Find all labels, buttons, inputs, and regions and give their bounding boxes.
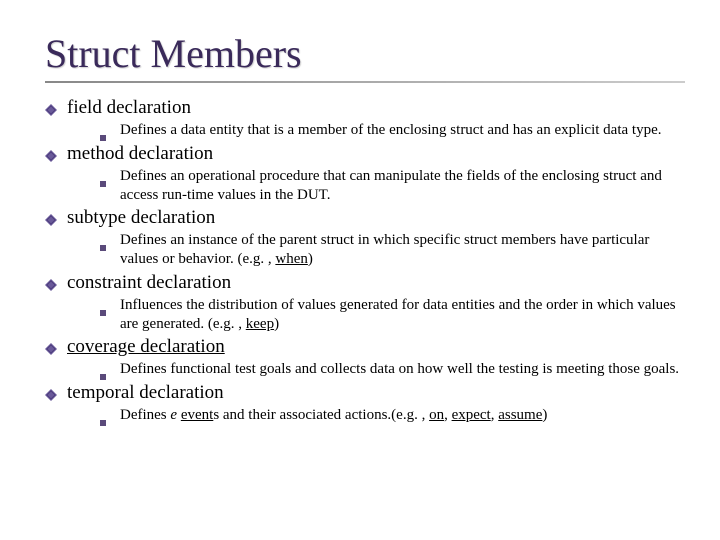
level1-heading: method declaration — [67, 143, 213, 165]
content-area: field declaration Defines a data entity t… — [45, 97, 690, 425]
level1-heading: field declaration — [67, 97, 191, 119]
level1-item: constraint declaration — [45, 272, 690, 294]
level2-item: Defines an operational procedure that ca… — [100, 167, 690, 205]
level2-item: Defines an instance of the parent struct… — [100, 231, 690, 269]
square-icon — [100, 135, 106, 141]
square-icon — [100, 181, 106, 187]
level2-desc: Defines e events and their associated ac… — [120, 406, 547, 425]
level1-item: coverage declaration — [45, 336, 690, 358]
diamond-icon — [45, 214, 57, 226]
level1-heading: constraint declaration — [67, 272, 231, 294]
diamond-icon — [45, 389, 57, 401]
diamond-icon — [45, 150, 57, 162]
level1-heading: subtype declaration — [67, 207, 215, 229]
level2-desc: Influences the distribution of values ge… — [120, 296, 680, 334]
slide-title: Struct Members — [45, 30, 690, 77]
level2-desc: Defines an operational procedure that ca… — [120, 167, 680, 205]
level1-item: field declaration — [45, 97, 690, 119]
level2-desc: Defines an instance of the parent struct… — [120, 231, 680, 269]
level2-item: Defines e events and their associated ac… — [100, 406, 690, 425]
level1-heading: coverage declaration — [67, 336, 225, 358]
square-icon — [100, 245, 106, 251]
level1-item: subtype declaration — [45, 207, 690, 229]
square-icon — [100, 310, 106, 316]
level2-item: Defines functional test goals and collec… — [100, 360, 690, 379]
level2-desc: Defines a data entity that is a member o… — [120, 121, 662, 140]
level1-item: method declaration — [45, 143, 690, 165]
diamond-icon — [45, 343, 57, 355]
square-icon — [100, 374, 106, 380]
level2-desc: Defines functional test goals and collec… — [120, 360, 679, 379]
level1-heading: temporal declaration — [67, 382, 224, 404]
level2-item: Influences the distribution of values ge… — [100, 296, 690, 334]
square-icon — [100, 420, 106, 426]
title-underline — [45, 81, 685, 83]
level2-item: Defines a data entity that is a member o… — [100, 121, 690, 140]
diamond-icon — [45, 279, 57, 291]
diamond-icon — [45, 104, 57, 116]
level1-item: temporal declaration — [45, 382, 690, 404]
